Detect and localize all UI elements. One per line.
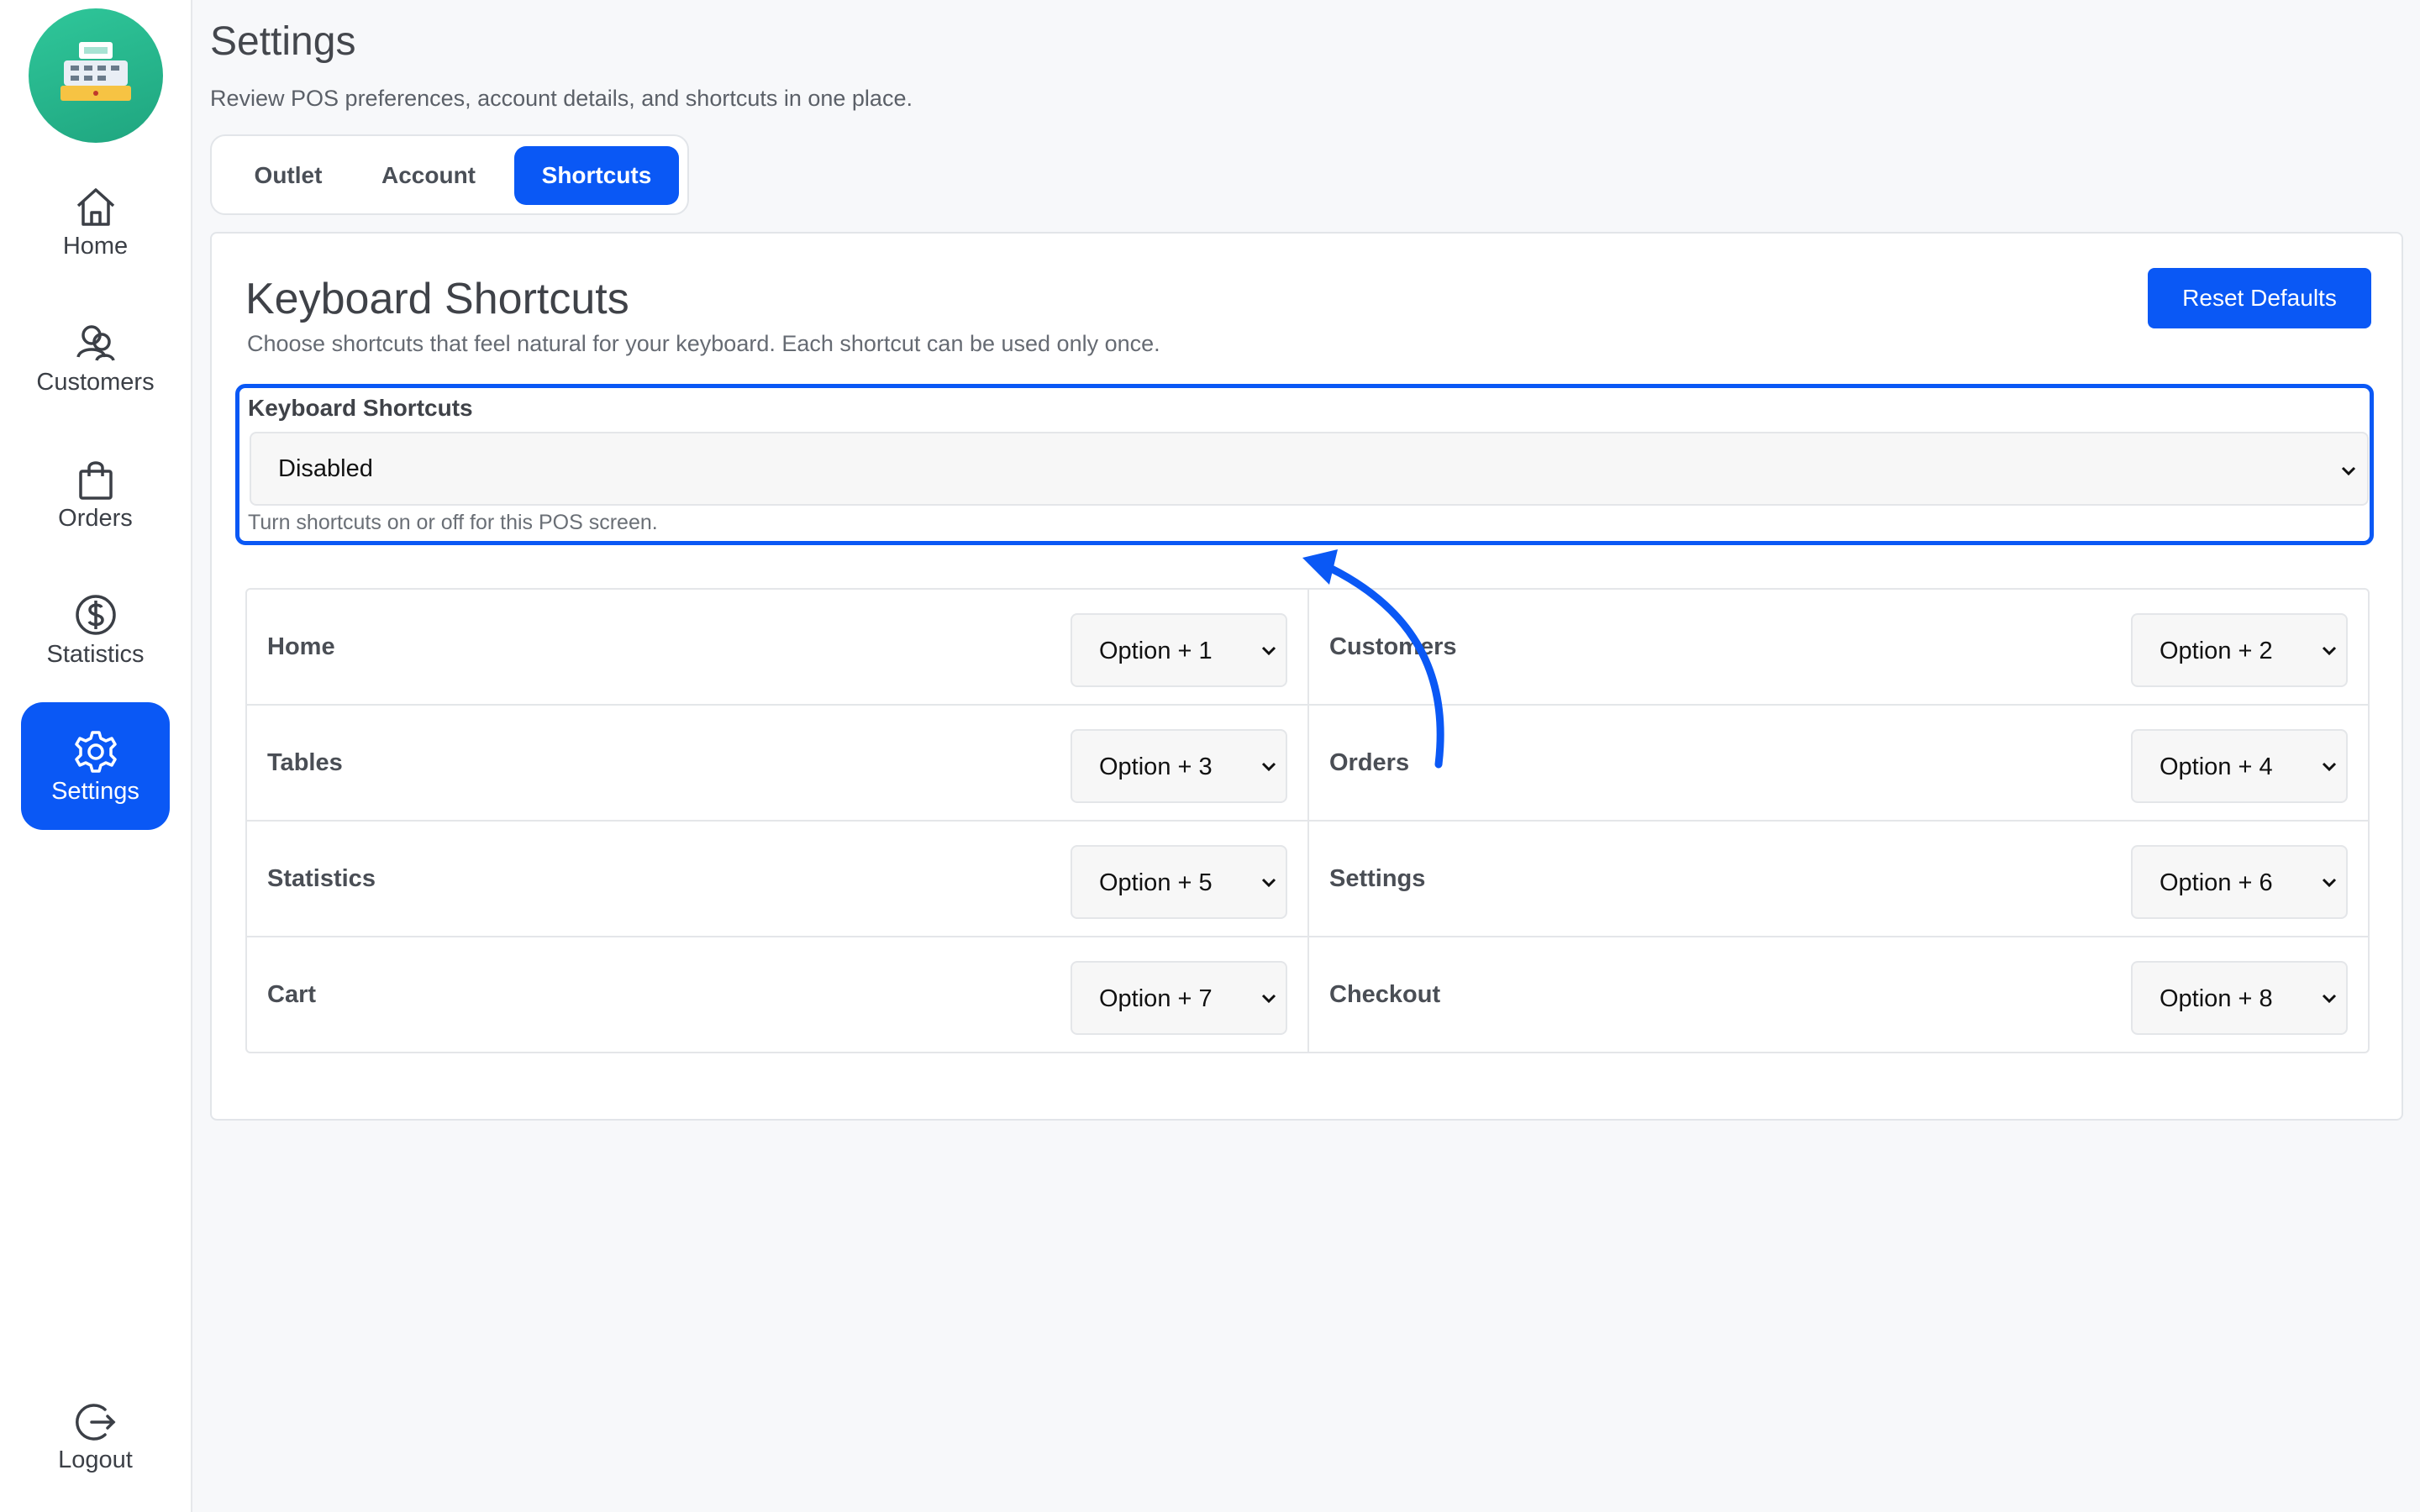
shortcut-row: Cart Option + 7	[247, 937, 1307, 1053]
shortcut-row: Customers Option + 2	[1307, 590, 2368, 706]
logout-label: Logout	[58, 1446, 133, 1473]
keyboard-shortcuts-label: Keyboard Shortcuts	[248, 395, 473, 421]
select-value: Option + 6	[2160, 869, 2273, 896]
select-value: Option + 5	[1099, 869, 1213, 896]
dollar-icon	[71, 591, 120, 639]
chevron-down-icon	[2322, 762, 2337, 772]
shortcut-name: Checkout	[1329, 981, 1441, 1008]
gear-icon	[71, 727, 120, 776]
shortcut-row: Tables Option + 3	[247, 706, 1307, 822]
sidebar-item-settings[interactable]: Settings	[21, 702, 170, 830]
sidebar-item-home[interactable]: Home	[21, 172, 170, 300]
shortcut-select-customers[interactable]: Option + 2	[2131, 613, 2348, 687]
reset-defaults-button[interactable]: Reset Defaults	[2148, 268, 2371, 328]
chevron-down-icon	[2322, 878, 2337, 888]
shortcut-select-settings[interactable]: Option + 6	[2131, 845, 2348, 919]
page-title: Settings	[210, 19, 356, 64]
select-value: Disabled	[278, 455, 373, 482]
sidebar-item-label: Statistics	[46, 641, 145, 668]
keyboard-shortcuts-toggle-group: Keyboard Shortcuts Disabled Turn shortcu…	[235, 384, 2374, 545]
logout-icon	[71, 1398, 120, 1446]
sidebar: Home Customers Orders Statistics Setting…	[0, 0, 192, 1512]
chevron-down-icon	[1261, 994, 1276, 1004]
sidebar-item-statistics[interactable]: Statistics	[21, 580, 170, 708]
shortcut-name: Home	[267, 633, 335, 660]
sidebar-item-label: Home	[62, 233, 129, 260]
card-title: Keyboard Shortcuts	[245, 275, 629, 323]
select-value: Option + 2	[2160, 638, 2273, 664]
pos-logo	[29, 8, 163, 143]
chevron-down-icon	[1261, 762, 1276, 772]
shortcut-name: Settings	[1329, 865, 1426, 892]
shortcut-row: Settings Option + 6	[1307, 822, 2368, 937]
shortcut-row: Home Option + 1	[247, 590, 1307, 706]
select-value: Option + 3	[1099, 753, 1213, 780]
customers-icon	[71, 318, 120, 367]
settings-tabs: Outlet Account Shortcuts	[210, 134, 689, 215]
keyboard-shortcuts-help: Turn shortcuts on or off for this POS sc…	[248, 511, 658, 534]
shortcut-select-cart[interactable]: Option + 7	[1071, 961, 1287, 1035]
chevron-down-icon	[1261, 646, 1276, 656]
keyboard-shortcuts-select[interactable]: Disabled	[250, 432, 2369, 506]
sidebar-item-label: Orders	[58, 505, 133, 532]
sidebar-item-customers[interactable]: Customers	[21, 308, 170, 436]
logout-button[interactable]: Logout	[21, 1386, 170, 1487]
tab-account[interactable]: Account	[361, 146, 496, 205]
page-subtitle: Review POS preferences, account details,…	[210, 86, 913, 111]
bag-icon	[71, 454, 120, 503]
select-value: Option + 8	[2160, 985, 2273, 1012]
home-icon	[71, 182, 120, 231]
tab-shortcuts[interactable]: Shortcuts	[514, 146, 679, 205]
shortcut-name: Statistics	[267, 865, 376, 892]
tab-outlet[interactable]: Outlet	[234, 146, 343, 205]
shortcut-select-home[interactable]: Option + 1	[1071, 613, 1287, 687]
sidebar-item-label: Settings	[51, 778, 139, 805]
select-value: Option + 7	[1099, 985, 1213, 1012]
shortcut-row: Checkout Option + 8	[1307, 937, 2368, 1053]
shortcut-row: Statistics Option + 5	[247, 822, 1307, 937]
card-subtitle: Choose shortcuts that feel natural for y…	[247, 331, 1160, 356]
select-value: Option + 1	[1099, 638, 1213, 664]
shortcut-row: Orders Option + 4	[1307, 706, 2368, 822]
shortcut-select-tables[interactable]: Option + 3	[1071, 729, 1287, 803]
shortcut-name: Tables	[267, 749, 343, 776]
chevron-down-icon	[1261, 878, 1276, 888]
sidebar-item-orders[interactable]: Orders	[21, 444, 170, 572]
chevron-down-icon	[2322, 646, 2337, 656]
shortcut-name: Cart	[267, 981, 317, 1008]
sidebar-item-label: Customers	[36, 369, 155, 396]
annotation-arrow	[1302, 549, 1444, 769]
shortcut-select-statistics[interactable]: Option + 5	[1071, 845, 1287, 919]
shortcut-select-checkout[interactable]: Option + 8	[2131, 961, 2348, 1035]
chevron-down-icon	[2322, 994, 2337, 1004]
select-value: Option + 4	[2160, 753, 2273, 780]
chevron-down-icon	[2341, 466, 2356, 476]
shortcut-select-orders[interactable]: Option + 4	[2131, 729, 2348, 803]
